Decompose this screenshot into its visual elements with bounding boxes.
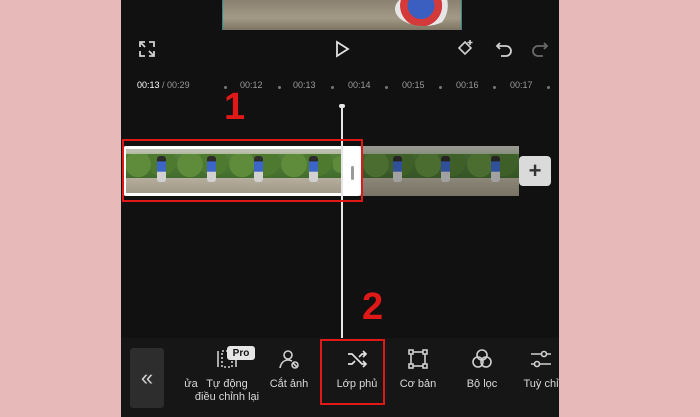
cutout-icon	[277, 344, 301, 374]
playhead-cap	[339, 104, 345, 108]
video-frame	[467, 146, 519, 196]
current-time-group: 00:13 / 00:29	[137, 80, 190, 90]
ruler-tick: 00:16	[456, 80, 479, 90]
undo-icon[interactable]	[493, 38, 515, 60]
step-1-label: 1	[224, 86, 246, 128]
tool-cutout[interactable]: Cắt ảnh	[253, 344, 325, 408]
highlight-clip	[122, 139, 363, 202]
total-time: 00:29	[167, 80, 190, 90]
keyframe-icon[interactable]	[454, 37, 476, 59]
ruler-tick: 00:14	[348, 80, 371, 90]
video-preview[interactable]	[222, 0, 462, 30]
ruler-tick: 00:13	[293, 80, 316, 90]
play-icon[interactable]	[331, 38, 353, 60]
tool-label: Cắt ảnh	[269, 378, 309, 390]
tool-basic[interactable]: Cơ bản	[382, 344, 454, 408]
collapse-button[interactable]: «	[130, 348, 164, 408]
tool-label: Bộ lọc	[466, 378, 498, 390]
video-frame	[363, 146, 415, 196]
tool-label: Tự động điều chỉnh lại	[194, 378, 260, 403]
plus-icon[interactable]: +	[519, 156, 551, 186]
tool-adjust[interactable]: Tuỳ chỉ	[505, 344, 559, 408]
time-separator: /	[159, 80, 168, 90]
tick-dot	[547, 86, 550, 89]
highlight-overlay-tool	[320, 339, 385, 405]
tick-dot	[493, 86, 496, 89]
basic-icon	[407, 344, 429, 374]
ruler-tick: 00:15	[402, 80, 425, 90]
preview-object	[395, 0, 453, 26]
pro-badge: Pro	[227, 346, 255, 360]
adjust-icon	[529, 344, 553, 374]
redo-icon[interactable]	[529, 38, 551, 60]
time-ruler[interactable]: 00:13 / 00:29 00:12 00:13 00:14 00:15 00…	[121, 78, 559, 94]
ruler-tick: 00:17	[510, 80, 533, 90]
filter-icon	[470, 344, 494, 374]
tick-dot	[278, 86, 281, 89]
tick-dot	[385, 86, 388, 89]
current-time: 00:13	[137, 80, 160, 90]
tick-dot	[439, 86, 442, 89]
step-2-label: 2	[362, 286, 384, 328]
tool-label: Tuỳ chỉ	[523, 378, 559, 390]
tool-label: Cơ bản	[399, 378, 437, 390]
tick-dot	[331, 86, 334, 89]
video-frame	[415, 146, 467, 196]
expand-icon[interactable]	[137, 39, 157, 59]
